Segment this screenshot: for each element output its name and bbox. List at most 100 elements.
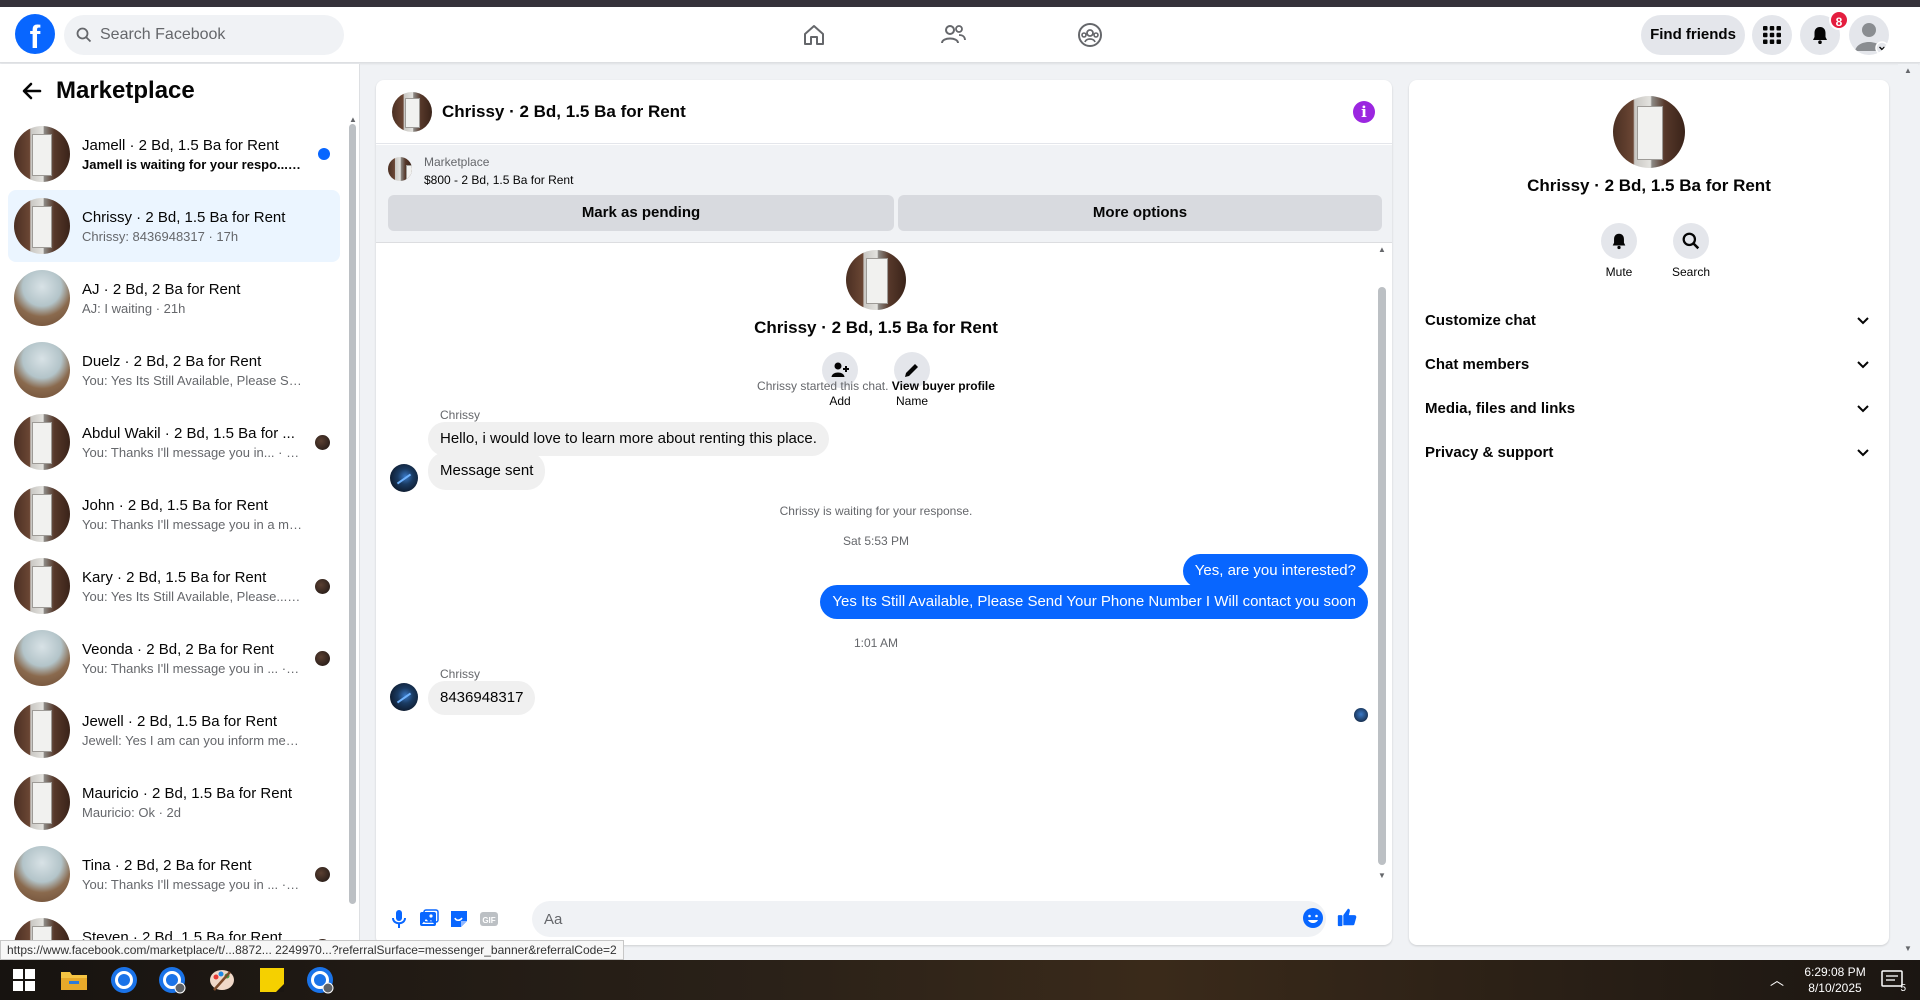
- taskbar-clock[interactable]: 6:29:08 PM 8/10/2025: [1790, 964, 1880, 996]
- chat-scroll-up-icon[interactable]: ▲: [1377, 246, 1387, 254]
- friends-icon[interactable]: [939, 21, 967, 49]
- thumbs-up-icon[interactable]: [1336, 906, 1360, 930]
- conversation-text: Veonda · 2 Bd, 2 Ba for Rent You: Thanks …: [82, 641, 302, 676]
- chrome-profile-icon[interactable]: [156, 964, 188, 996]
- chevron-up-icon[interactable]: ︿: [1770, 970, 1784, 990]
- photo-icon[interactable]: [418, 908, 440, 930]
- conversation-item[interactable]: Mauricio · 2 Bd, 1.5 Ba for Rent Mauricio…: [8, 766, 340, 838]
- conversation-item[interactable]: Veonda · 2 Bd, 2 Ba for Rent You: Thanks …: [8, 622, 340, 694]
- media-files-links-row[interactable]: Media, files and links: [1425, 386, 1873, 430]
- conversation-item[interactable]: Chrissy · 2 Bd, 1.5 Ba for Rent Chrissy: …: [8, 190, 340, 262]
- listing-thumbnail: [14, 558, 70, 614]
- seen-avatar: [315, 435, 330, 450]
- mute-action[interactable]: Mute: [1589, 223, 1649, 279]
- mark-as-pending-button[interactable]: Mark as pending: [388, 195, 894, 231]
- page-scroll-down-icon[interactable]: ▼: [1904, 944, 1912, 953]
- search-box[interactable]: [64, 15, 344, 55]
- user-avatar-icon: [1855, 23, 1889, 55]
- conversation-item[interactable]: AJ · 2 Bd, 2 Ba for Rent AJ: I waiting · …: [8, 262, 340, 334]
- conversation-item[interactable]: Duelz · 2 Bd, 2 Ba for Rent You: Yes Its …: [8, 334, 340, 406]
- conversation-text: Kary · 2 Bd, 1.5 Ba for Rent You: Yes Its…: [82, 569, 302, 604]
- listing-price[interactable]: $800 - 2 Bd, 1.5 Ba for Rent: [424, 173, 573, 187]
- sender-avatar[interactable]: [390, 464, 418, 492]
- facebook-logo[interactable]: f: [15, 14, 55, 54]
- groups-icon[interactable]: [1076, 21, 1104, 49]
- seen-avatar: [315, 579, 330, 594]
- section-label: Media, files and links: [1425, 399, 1576, 417]
- page-scrollbar[interactable]: [1898, 64, 1918, 952]
- sidebar-scrollbar[interactable]: [349, 124, 356, 904]
- chat-members-row[interactable]: Chat members: [1425, 342, 1873, 386]
- conversation-item[interactable]: Jamell · 2 Bd, 1.5 Ba for Rent Jamell is …: [8, 118, 340, 190]
- conversation-preview: You: Thanks I'll message you in ... · 2d: [82, 660, 302, 676]
- add-label: Add: [829, 394, 851, 408]
- conversation-item[interactable]: John · 2 Bd, 1.5 Ba for Rent You: Thanks …: [8, 478, 340, 550]
- conversation-item[interactable]: Jewell · 2 Bd, 1.5 Ba for Rent Jewell: Ye…: [8, 694, 340, 766]
- conversation-item[interactable]: Tina · 2 Bd, 2 Ba for Rent You: Thanks I'…: [8, 838, 340, 910]
- windows-taskbar: ︿ 6:29:08 PM 8/10/2025 5: [0, 960, 1920, 1000]
- scroll-up-icon[interactable]: ▲: [348, 116, 358, 124]
- outgoing-message[interactable]: Yes Its Still Available, Please Send You…: [820, 585, 1368, 619]
- grid-icon: [1763, 26, 1781, 44]
- chat-scrollbar[interactable]: [1378, 287, 1386, 865]
- file-explorer-icon[interactable]: [58, 964, 90, 996]
- page-scroll-up-icon[interactable]: ▲: [1904, 66, 1912, 75]
- details-listing-thumbnail[interactable]: [1613, 96, 1685, 168]
- more-options-button[interactable]: More options: [898, 195, 1382, 231]
- view-buyer-profile-link[interactable]: View buyer profile: [892, 379, 995, 393]
- microphone-icon[interactable]: [388, 908, 410, 930]
- find-friends-button[interactable]: Find friends: [1641, 15, 1745, 55]
- listing-thumbnail[interactable]: [388, 157, 412, 181]
- conversation-name: AJ · 2 Bd, 2 Ba for Rent: [82, 280, 241, 298]
- incoming-message[interactable]: Hello, i would love to learn more about …: [428, 422, 829, 456]
- incoming-message[interactable]: 8436948317: [428, 681, 536, 715]
- conversation-name: Veonda · 2 Bd, 2 Ba for Rent: [82, 640, 274, 658]
- chat-window: Chrissy · 2 Bd, 1.5 Ba for Rent i Market…: [376, 80, 1392, 945]
- customize-chat-row[interactable]: Customize chat: [1425, 298, 1873, 342]
- conversation-text: John · 2 Bd, 1.5 Ba for Rent You: Thanks …: [82, 497, 302, 532]
- sender-avatar[interactable]: [390, 683, 418, 711]
- incoming-message[interactable]: Message sent: [428, 452, 546, 490]
- marketplace-sidebar: Marketplace Jamell · 2 Bd, 1.5 Ba for Re…: [0, 64, 360, 952]
- windows-start-icon[interactable]: [8, 964, 40, 996]
- action-center-icon[interactable]: 5: [1876, 964, 1908, 996]
- back-arrow-icon[interactable]: [20, 79, 44, 103]
- conversation-text: Duelz · 2 Bd, 2 Ba for Rent You: Yes Its …: [82, 353, 302, 388]
- chrome-icon[interactable]: [108, 964, 140, 996]
- menu-grid-button[interactable]: [1752, 15, 1792, 55]
- chat-listing-thumbnail[interactable]: [392, 91, 432, 132]
- message-input[interactable]: [532, 901, 1326, 937]
- chat-title[interactable]: Chrissy · 2 Bd, 1.5 Ba for Rent: [442, 102, 686, 122]
- sticky-notes-icon[interactable]: [256, 964, 288, 996]
- sidebar-header: Marketplace: [0, 64, 359, 118]
- emoji-icon[interactable]: [1302, 907, 1324, 929]
- details-name: Chrissy · 2 Bd, 1.5 Ba for Rent: [1527, 176, 1771, 195]
- info-icon[interactable]: i: [1353, 101, 1375, 123]
- conversation-preview: You: Thanks I'll message you in ... · 2d: [82, 876, 302, 892]
- chat-scroll-down-icon[interactable]: ▼: [1377, 872, 1387, 880]
- home-icon[interactable]: [800, 21, 828, 49]
- status-bar-url: https://www.facebook.com/marketplace/t/.…: [0, 940, 624, 960]
- conversation-name: Kary · 2 Bd, 1.5 Ba for Rent: [82, 568, 267, 586]
- conversation-item[interactable]: Abdul Wakil · 2 Bd, 1.5 Ba for ... You: T…: [8, 406, 340, 478]
- search-input[interactable]: [100, 26, 320, 44]
- outgoing-message[interactable]: Yes, are you interested?: [1182, 554, 1368, 588]
- sticker-icon[interactable]: [448, 908, 470, 930]
- account-avatar[interactable]: [1849, 15, 1889, 55]
- sidebar-title: Marketplace: [56, 77, 195, 104]
- conversation-list: Jamell · 2 Bd, 1.5 Ba for Rent Jamell is …: [0, 118, 348, 952]
- conversation-name: Tina · 2 Bd, 2 Ba for Rent: [82, 856, 252, 874]
- conversation-item[interactable]: Kary · 2 Bd, 1.5 Ba for Rent You: Yes Its…: [8, 550, 340, 622]
- intro-listing-thumbnail[interactable]: [846, 250, 906, 310]
- conversation-name: Jamell · 2 Bd, 1.5 Ba for Rent: [82, 136, 279, 154]
- chrome-active-icon[interactable]: [304, 964, 336, 996]
- paint-icon[interactable]: [206, 964, 238, 996]
- search-action[interactable]: Search: [1661, 223, 1721, 279]
- add-person-icon: [831, 362, 849, 377]
- gif-icon[interactable]: GIF: [478, 908, 500, 930]
- chevron-down-icon: [1857, 405, 1869, 413]
- privacy-support-row[interactable]: Privacy & support: [1425, 430, 1873, 474]
- clock-date: 8/10/2025: [1808, 981, 1862, 995]
- conversation-preview: Mauricio: Ok · 2d: [82, 804, 181, 820]
- search-icon: [76, 27, 92, 43]
